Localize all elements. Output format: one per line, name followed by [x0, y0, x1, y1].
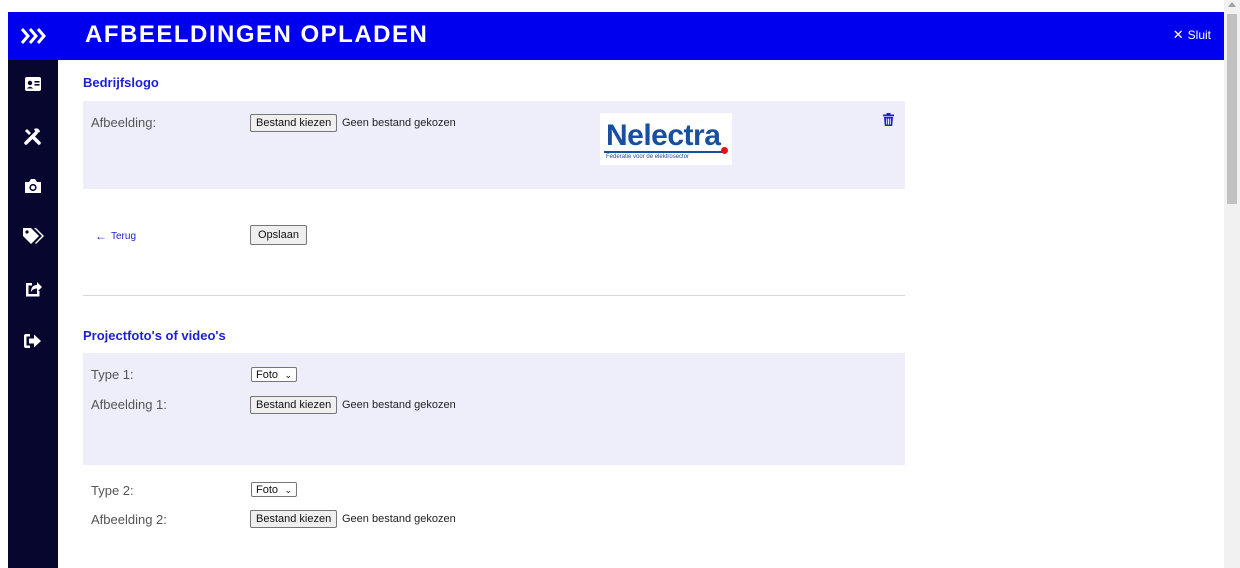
- back-link[interactable]: ← Terug: [95, 229, 136, 243]
- logo-underline: [604, 151, 724, 153]
- section-title-project-photos: Projectfoto's of video's: [83, 328, 226, 343]
- choose-file-button[interactable]: Bestand kiezen: [250, 114, 338, 132]
- sidebar-item-logout[interactable]: [8, 323, 58, 359]
- page-title: AFBEELDINGEN OPLADEN: [85, 21, 429, 48]
- close-label: Sluit: [1187, 28, 1211, 42]
- back-link-label: Terug: [111, 230, 137, 242]
- chevron-down-icon: ⌄: [284, 370, 292, 380]
- choose-file-button-2[interactable]: Bestand kiezen: [250, 510, 338, 528]
- save-button[interactable]: Opslaan: [250, 225, 307, 245]
- section-divider: [83, 295, 905, 296]
- type-select-1[interactable]: Foto ⌄: [251, 367, 297, 382]
- id-card-icon: [25, 77, 41, 91]
- sidebar-item-tags[interactable]: [8, 218, 58, 254]
- sidebar-item-services[interactable]: [8, 118, 58, 154]
- scrollbar-thumb[interactable]: [1227, 14, 1237, 204]
- file-status-text-1: Geen bestand gekozen: [342, 399, 456, 411]
- project-item-panel-1: [83, 353, 905, 465]
- trash-icon: [883, 113, 894, 126]
- logo-tagline: Federatie voor de elektrosector: [606, 154, 690, 160]
- camera-icon: [25, 179, 41, 193]
- type-label-2: Type 2:: [91, 483, 134, 498]
- sign-out-icon: [24, 334, 41, 348]
- chevrons-right-icon: [20, 28, 46, 44]
- close-icon: ✕: [1172, 27, 1184, 42]
- logo-upload-panel: [83, 101, 905, 189]
- company-logo-image: Nelectra Federatie voor de elektrosector: [600, 113, 732, 165]
- tools-icon: [24, 128, 41, 145]
- sidebar-item-share[interactable]: [8, 271, 58, 307]
- close-button[interactable]: ✕ Sluit: [1173, 27, 1211, 43]
- type-label-1: Type 1:: [91, 367, 134, 382]
- image-label-2: Afbeelding 2:: [91, 512, 167, 527]
- file-status-text-2: Geen bestand gekozen: [342, 513, 456, 525]
- top-bar: AFBEELDINGEN OPLADEN ✕ Sluit: [8, 12, 1224, 60]
- section-title-company-logo: Bedrijfslogo: [83, 75, 159, 90]
- image-label-1: Afbeelding 1:: [91, 397, 167, 412]
- sidebar: [8, 60, 58, 568]
- delete-logo-button[interactable]: [883, 113, 894, 131]
- type-select-2[interactable]: Foto ⌄: [251, 482, 297, 497]
- share-icon: [26, 282, 42, 297]
- vertical-scrollbar[interactable]: [1224, 0, 1240, 568]
- chevron-down-icon: ⌄: [284, 485, 292, 495]
- menu-toggle-button[interactable]: [8, 12, 58, 60]
- choose-file-button-1[interactable]: Bestand kiezen: [250, 396, 338, 414]
- scroll-up-arrow-icon[interactable]: [1228, 2, 1236, 7]
- tags-icon: [23, 228, 44, 244]
- type-select-value-2: Foto: [256, 484, 279, 496]
- logo-wordmark: Nelectra: [606, 119, 721, 152]
- file-status-text: Geen bestand gekozen: [342, 117, 456, 129]
- sidebar-item-images[interactable]: [8, 168, 58, 204]
- logo-dot: [721, 147, 728, 154]
- type-select-value-1: Foto: [256, 369, 279, 381]
- image-label: Afbeelding:: [91, 115, 157, 130]
- sidebar-item-profile[interactable]: [8, 66, 58, 102]
- arrow-left-icon: ←: [95, 229, 107, 243]
